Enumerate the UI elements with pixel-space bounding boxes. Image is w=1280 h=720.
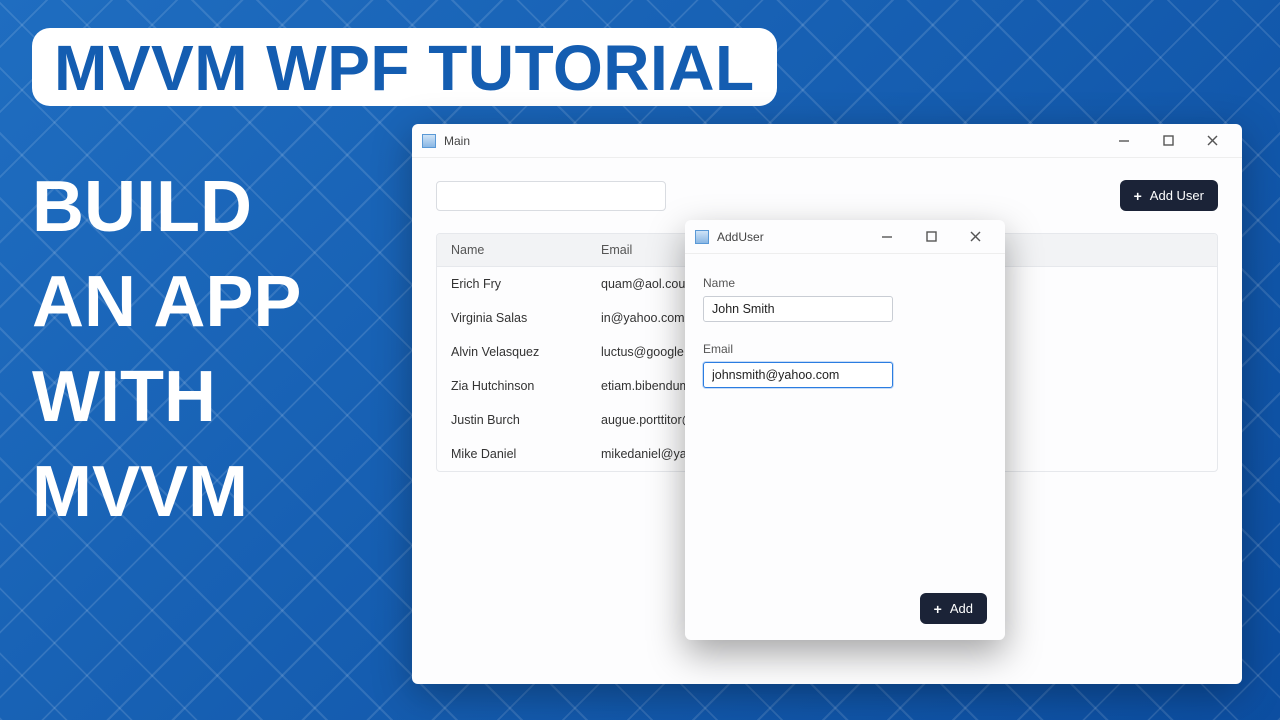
maximize-button[interactable] <box>909 222 953 252</box>
cell-name: Erich Fry <box>437 267 587 301</box>
add-user-button[interactable]: + Add User <box>1120 180 1218 211</box>
app-icon <box>422 134 436 148</box>
cell-name: Zia Hutchinson <box>437 369 587 403</box>
app-icon <box>695 230 709 244</box>
close-button[interactable] <box>1190 126 1234 156</box>
name-field[interactable] <box>703 296 893 322</box>
plus-icon: + <box>1134 189 1142 203</box>
email-field[interactable] <box>703 362 893 388</box>
maximize-button[interactable] <box>1146 126 1190 156</box>
banner-title: MVVM WPF TUTORIAL <box>32 28 777 106</box>
cell-name: Justin Burch <box>437 403 587 437</box>
minimize-button[interactable] <box>865 222 909 252</box>
add-label: Add <box>950 601 973 616</box>
name-label: Name <box>703 276 987 290</box>
cell-name: Alvin Velasquez <box>437 335 587 369</box>
main-window-title: Main <box>444 134 470 148</box>
add-button[interactable]: + Add <box>920 593 987 624</box>
add-user-dialog: AddUser Name Email + Add <box>685 220 1005 640</box>
cell-name: Mike Daniel <box>437 437 587 471</box>
minimize-button[interactable] <box>1102 126 1146 156</box>
col-header-name[interactable]: Name <box>437 234 587 267</box>
toolbar: + Add User <box>436 180 1218 211</box>
dialog-titlebar: AddUser <box>685 220 1005 254</box>
main-titlebar: Main <box>412 124 1242 158</box>
cell-name: Virginia Salas <box>437 301 587 335</box>
email-label: Email <box>703 342 987 356</box>
close-button[interactable] <box>953 222 997 252</box>
plus-icon: + <box>934 602 942 616</box>
banner-subtitle: BUILDAN APPWITHMVVM <box>32 160 301 540</box>
search-input[interactable] <box>436 181 666 211</box>
add-user-label: Add User <box>1150 188 1204 203</box>
dialog-title: AddUser <box>717 230 764 244</box>
